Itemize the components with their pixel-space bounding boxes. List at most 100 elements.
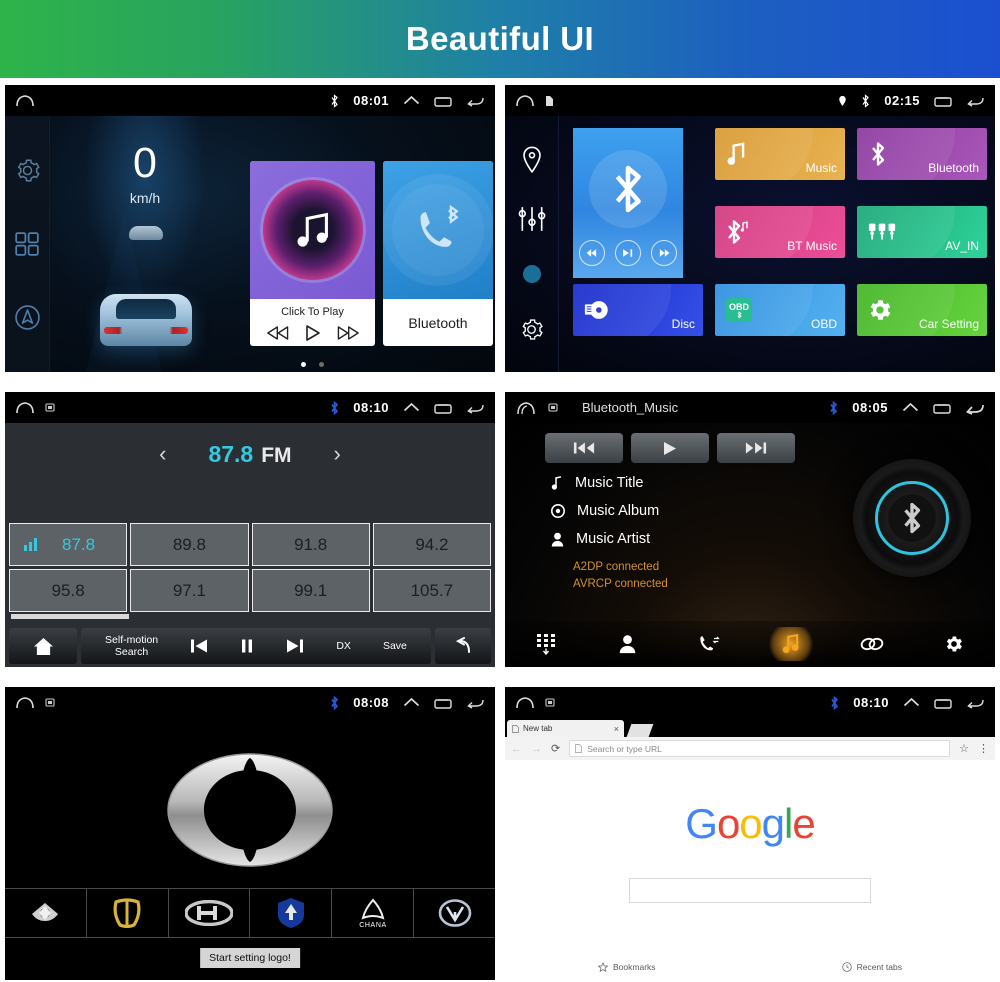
self-motion-search-button[interactable]: Self-motion Search xyxy=(105,634,158,658)
brand-baojun-logo[interactable] xyxy=(87,889,169,937)
home-icon[interactable] xyxy=(15,94,35,107)
reload-button[interactable]: ⟳ xyxy=(551,742,560,755)
home-icon[interactable] xyxy=(15,401,35,414)
chevron-up-icon[interactable] xyxy=(903,697,920,708)
url-input[interactable]: Search or type URL xyxy=(569,740,951,757)
pause-button[interactable] xyxy=(240,638,254,654)
screen-radio[interactable]: 08:10 ‹ 87.8 FM › 87.8 89.8 91.8 94.2 95… xyxy=(5,392,495,667)
next-button[interactable] xyxy=(335,325,359,341)
dot-icon[interactable] xyxy=(521,263,543,285)
preset-button[interactable]: 105.7 xyxy=(372,569,491,612)
home-icon[interactable] xyxy=(515,400,538,416)
next-button[interactable] xyxy=(717,433,795,463)
tile-bluetooth-controls[interactable] xyxy=(579,240,677,266)
back-button[interactable]: ← xyxy=(511,743,522,755)
tile-bluetooth[interactable]: Bluetooth xyxy=(857,128,987,180)
call-history-icon[interactable] xyxy=(686,627,732,661)
recents-icon[interactable] xyxy=(933,402,951,414)
new-tab-button[interactable] xyxy=(626,724,654,737)
brand-maxus-logo[interactable] xyxy=(5,889,87,937)
preset-button[interactable]: 94.2 xyxy=(372,523,491,566)
apps-grid-icon[interactable] xyxy=(14,231,40,257)
recents-icon[interactable] xyxy=(434,95,452,107)
equalizer-icon[interactable] xyxy=(518,206,546,232)
brand-strip[interactable]: CHANA xyxy=(5,888,495,938)
next-button[interactable] xyxy=(651,240,677,266)
tile-music[interactable]: Music xyxy=(715,128,845,180)
radio-controls[interactable]: Self-motion Search DX Save xyxy=(81,628,431,664)
bookmarks-button[interactable]: Bookmarks xyxy=(598,962,656,972)
chevron-up-icon[interactable] xyxy=(403,697,420,708)
back-icon[interactable] xyxy=(466,402,485,414)
music-widget-controls[interactable] xyxy=(250,318,375,342)
prev-button[interactable] xyxy=(266,325,291,341)
home-button[interactable] xyxy=(9,628,77,664)
freq-next-button[interactable]: › xyxy=(334,441,341,467)
browser-tab[interactable]: New tab × xyxy=(507,720,624,737)
brand-changan-logo[interactable] xyxy=(414,889,495,937)
home-icon[interactable] xyxy=(515,94,535,107)
new-tab-footer[interactable]: Bookmarks Recent tabs xyxy=(505,962,995,972)
home-icon[interactable] xyxy=(515,696,535,709)
preset-button[interactable]: 99.1 xyxy=(251,569,370,612)
tile-obd[interactable]: OBD OBD xyxy=(715,284,845,336)
screen-bt-music[interactable]: Bluetooth_Music 08:05 Music Title Music … xyxy=(505,392,995,667)
dialpad-icon[interactable] xyxy=(523,627,569,661)
back-icon[interactable] xyxy=(966,697,985,709)
dx-button[interactable]: DX xyxy=(336,640,351,652)
page-dot-1[interactable] xyxy=(301,362,307,367)
freq-prev-button[interactable]: ‹ xyxy=(159,441,166,467)
brand-dongfeng-logo[interactable] xyxy=(250,889,333,937)
gear-icon[interactable] xyxy=(14,157,41,184)
bookmark-star-icon[interactable]: ☆ xyxy=(959,742,969,755)
recents-icon[interactable] xyxy=(934,95,952,107)
recents-icon[interactable] xyxy=(434,402,452,414)
browser-toolbar[interactable]: ← → ⟳ Search or type URL ☆ ⋮ xyxy=(505,737,995,760)
location-pin-icon[interactable] xyxy=(520,146,544,174)
bluetooth-widget[interactable]: Bluetooth xyxy=(383,161,493,346)
chevron-up-icon[interactable] xyxy=(902,402,919,413)
prev-button[interactable] xyxy=(545,433,623,463)
tile-car-setting[interactable]: Car Setting xyxy=(857,284,987,336)
screen-logo-picker[interactable]: 08:08 CHANA Start setting logo! xyxy=(5,687,495,980)
preset-button[interactable]: 87.8 xyxy=(9,523,128,566)
save-button[interactable]: Save xyxy=(383,640,407,652)
tile-disc[interactable]: Disc xyxy=(573,284,703,336)
brand-chana-logo[interactable]: CHANA xyxy=(332,889,415,937)
preset-button[interactable]: 89.8 xyxy=(130,523,249,566)
gear-icon[interactable] xyxy=(931,627,977,661)
recents-icon[interactable] xyxy=(934,697,952,709)
play-button[interactable] xyxy=(631,433,709,463)
back-icon[interactable] xyxy=(965,401,985,415)
brand-haval-logo[interactable] xyxy=(169,889,251,937)
screen-browser[interactable]: 08:10 New tab × ← → ⟳ Search or type URL… xyxy=(505,687,995,980)
transport-controls[interactable] xyxy=(545,433,795,463)
person-icon[interactable] xyxy=(604,627,650,661)
gear-icon[interactable] xyxy=(519,317,544,342)
recent-tabs-button[interactable]: Recent tabs xyxy=(841,962,902,972)
preset-button[interactable]: 91.8 xyxy=(251,523,370,566)
close-icon[interactable]: × xyxy=(614,724,619,734)
scroll-indicator[interactable] xyxy=(11,614,129,619)
back-icon[interactable] xyxy=(966,95,985,107)
tile-av-in[interactable]: AV_IN xyxy=(857,206,987,258)
back-icon[interactable] xyxy=(466,697,485,709)
next-station-button[interactable] xyxy=(286,638,304,654)
link-icon[interactable] xyxy=(849,627,895,661)
music-note-icon[interactable] xyxy=(767,627,814,661)
bt-bottom-nav[interactable] xyxy=(505,621,995,667)
menu-icon[interactable]: ⋮ xyxy=(978,742,989,755)
preset-button[interactable]: 97.1 xyxy=(130,569,249,612)
prev-station-button[interactable] xyxy=(190,638,208,654)
play-button[interactable] xyxy=(304,324,322,342)
back-icon[interactable] xyxy=(466,95,485,107)
chevron-up-icon[interactable] xyxy=(403,402,420,413)
back-button[interactable] xyxy=(435,628,491,664)
forward-button[interactable]: → xyxy=(531,743,542,755)
prev-button[interactable] xyxy=(579,240,605,266)
music-widget[interactable]: Click To Play xyxy=(250,161,375,346)
chevron-up-icon[interactable] xyxy=(403,95,420,106)
preset-grid[interactable]: 87.8 89.8 91.8 94.2 95.8 97.1 99.1 105.7 xyxy=(9,523,491,612)
play-pause-button[interactable] xyxy=(615,240,641,266)
home-icon[interactable] xyxy=(15,696,35,709)
